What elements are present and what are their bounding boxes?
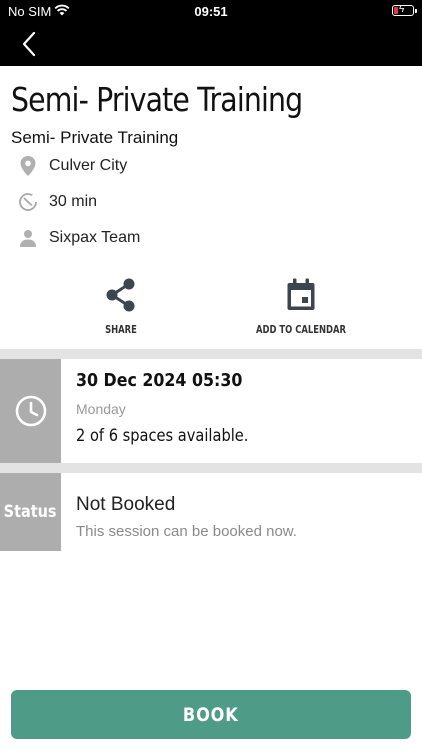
clock-icon xyxy=(15,395,46,427)
session-clock-panel xyxy=(0,359,61,463)
instructor-text: Sixpax Team xyxy=(49,229,141,246)
add-to-calendar-label: ADD TO CALENDAR xyxy=(255,323,347,336)
duration-row: 30 min xyxy=(17,190,97,214)
instructor-row: Sixpax Team xyxy=(17,226,140,250)
separator xyxy=(0,349,422,359)
status-bar: No SIM 09:51 ϟ xyxy=(0,0,422,22)
navigation-bar xyxy=(0,22,422,66)
share-label: SHARE xyxy=(105,323,137,336)
calendar-icon xyxy=(287,278,315,310)
session-datetime: 30 Dec 2024 05:30 xyxy=(76,370,243,391)
booking-status-value: Not Booked xyxy=(76,494,176,515)
chevron-left-icon xyxy=(22,31,36,57)
back-button[interactable] xyxy=(16,30,44,58)
page-title: Semi- Private Training xyxy=(11,80,303,119)
share-icon xyxy=(106,278,135,312)
duration-text: 30 min xyxy=(49,193,98,210)
person-icon xyxy=(17,227,39,249)
session-day: Monday xyxy=(76,401,126,417)
battery-icon: ϟ xyxy=(392,4,417,16)
book-button-label: BOOK xyxy=(183,703,239,726)
status-panel: Status xyxy=(0,473,61,551)
class-subtitle: Semi- Private Training xyxy=(11,128,179,147)
spaces-available: 2 of 6 spaces available. xyxy=(76,426,249,446)
timer-icon xyxy=(17,191,39,213)
separator xyxy=(0,463,422,473)
location-pin-icon xyxy=(17,155,39,177)
add-to-calendar-button[interactable]: ADD TO CALENDAR xyxy=(244,278,358,336)
share-button[interactable]: SHARE xyxy=(82,278,160,336)
location-row: Culver City xyxy=(17,154,127,178)
clock: 09:51 xyxy=(194,4,228,19)
book-button[interactable]: BOOK xyxy=(11,690,411,739)
status-label: Status xyxy=(4,502,57,522)
booking-status-description: This session can be booked now. xyxy=(76,523,297,540)
location-text: Culver City xyxy=(49,157,128,174)
